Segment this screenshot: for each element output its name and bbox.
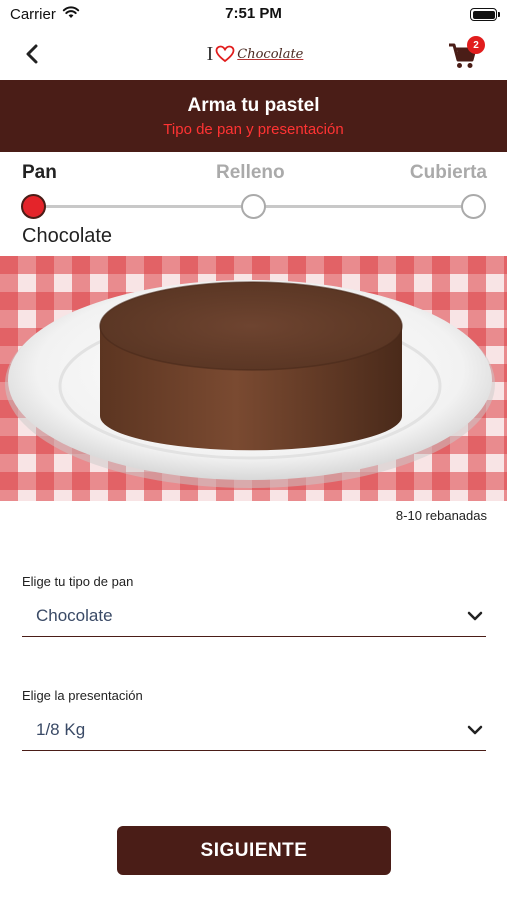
chevron-down-icon (467, 611, 483, 621)
step-label-cubierta[interactable]: Cubierta (410, 162, 487, 184)
stepper-labels: Pan Relleno Cubierta (0, 162, 507, 188)
step-dot-pan[interactable] (21, 194, 46, 219)
step-label-pan[interactable]: Pan (22, 162, 57, 184)
page-title: Arma tu pastel (187, 95, 320, 116)
step-label-relleno[interactable]: Relleno (216, 162, 285, 184)
cake-photo (0, 256, 507, 501)
slices-info: 8-10 rebanadas (395, 508, 487, 523)
presentation-label: Elige la presentación (22, 688, 143, 703)
header-banner: Arma tu pastel Tipo de pan y presentació… (0, 80, 507, 152)
nav-bar: I Chocolate 2 (0, 28, 507, 80)
chevron-left-icon (26, 44, 38, 64)
logo-letter: I (206, 42, 214, 65)
brand-logo: I Chocolate (200, 40, 310, 68)
bread-type-select[interactable]: Chocolate (22, 597, 486, 637)
status-time: 7:51 PM (225, 5, 282, 22)
stepper-track (0, 194, 507, 220)
logo-word: Chocolate (237, 46, 304, 62)
back-button[interactable] (18, 40, 46, 68)
cart-button[interactable]: 2 (447, 36, 485, 72)
step-dot-cubierta[interactable] (461, 194, 486, 219)
chevron-down-icon (467, 725, 483, 735)
bread-type-value: Chocolate (36, 606, 113, 625)
next-button[interactable]: SIGUIENTE (117, 826, 391, 875)
heart-icon (215, 45, 235, 63)
step-dot-relleno[interactable] (241, 194, 266, 219)
bread-type-label: Elige tu tipo de pan (22, 574, 134, 589)
page-subtitle: Tipo de pan y presentación (163, 121, 344, 138)
status-bar: Carrier 7:51 PM (0, 0, 507, 28)
presentation-select[interactable]: 1/8 Kg (22, 711, 486, 751)
cart-count-badge: 2 (467, 36, 485, 54)
presentation-value: 1/8 Kg (36, 720, 86, 739)
selected-bread-name: Chocolate (22, 225, 113, 247)
battery-icon (470, 8, 500, 21)
